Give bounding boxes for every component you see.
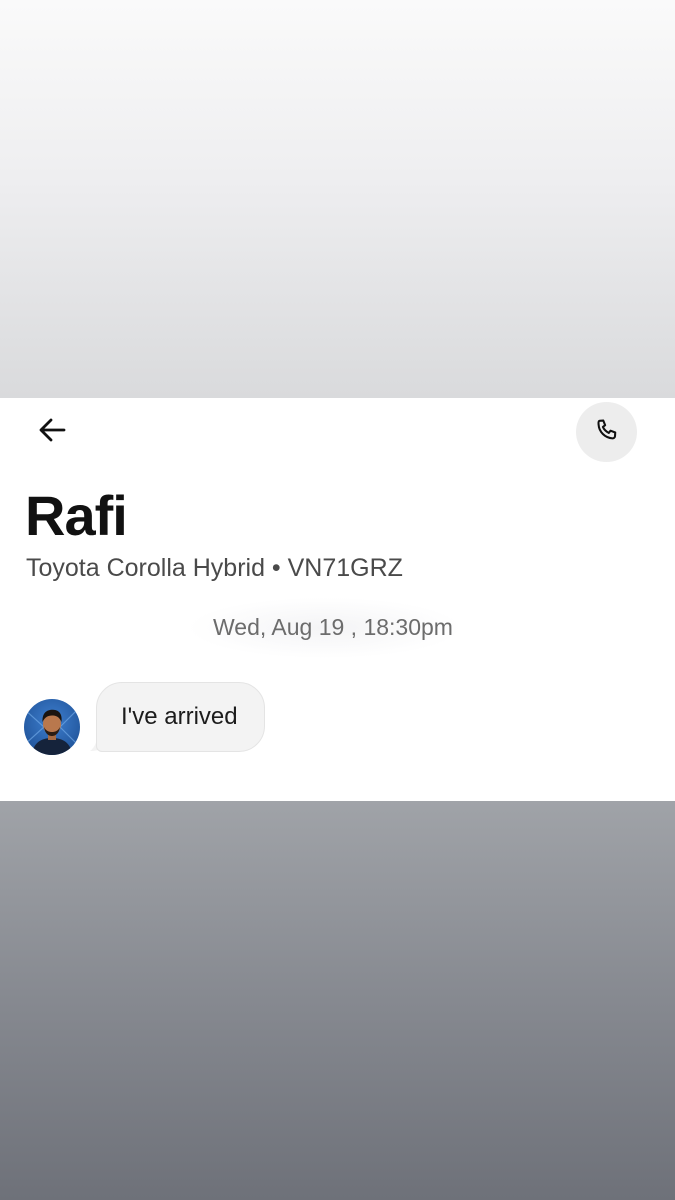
driver-avatar xyxy=(24,699,80,755)
driver-name: Rafi xyxy=(25,484,128,547)
bottom-blurred-area xyxy=(0,801,675,1200)
call-button[interactable] xyxy=(576,402,637,462)
message-bubble: I've arrived xyxy=(96,682,265,752)
message-timestamp: Wed, Aug 19 , 18:30pm xyxy=(213,614,453,640)
top-blurred-area xyxy=(0,0,675,398)
message-text: I've arrived xyxy=(121,703,238,730)
arrow-left-icon xyxy=(36,414,68,451)
vehicle-info: Toyota Corolla Hybrid • VN71GRZ xyxy=(26,554,403,582)
chat-card: Rafi Toyota Corolla Hybrid • VN71GRZ Wed… xyxy=(0,398,675,801)
back-button[interactable] xyxy=(28,412,76,452)
phone-icon xyxy=(594,417,620,448)
